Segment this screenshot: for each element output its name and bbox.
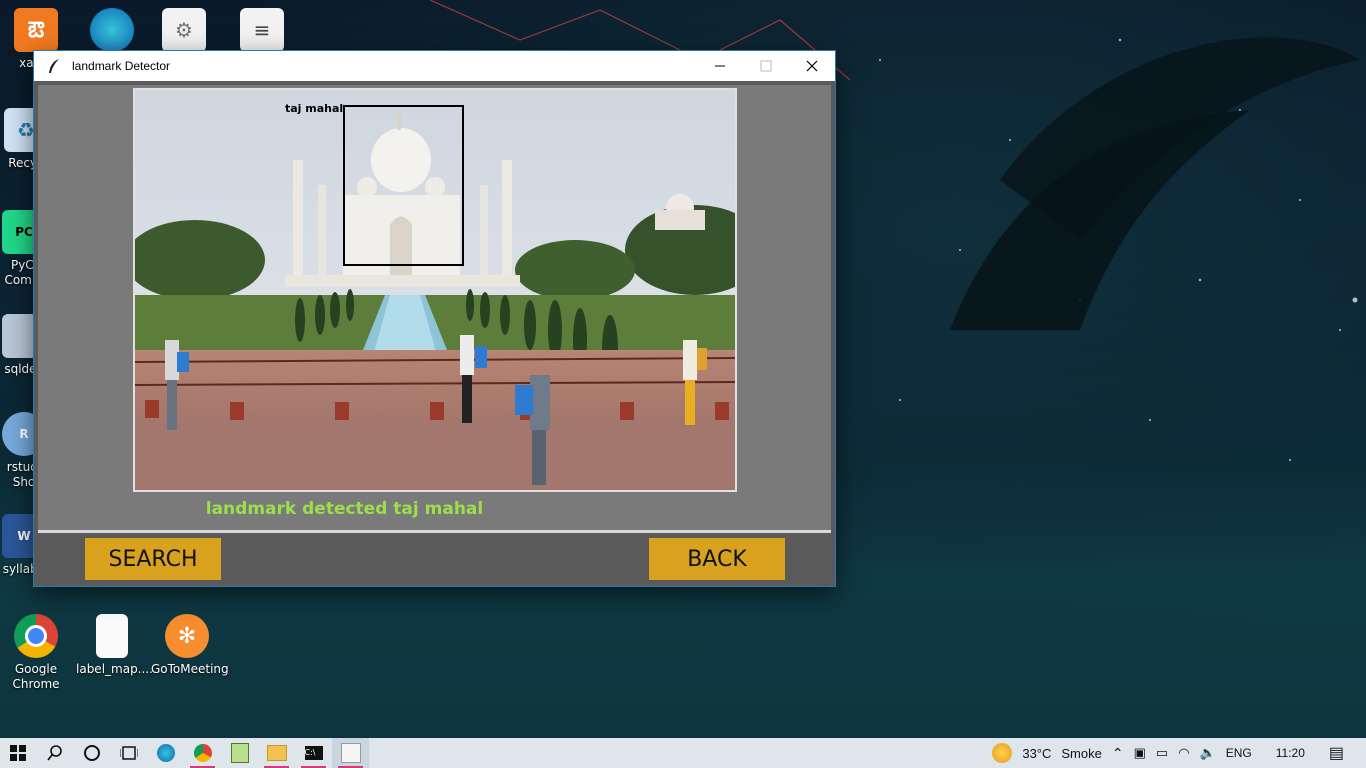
notepad-icon xyxy=(230,743,249,763)
folder-icon xyxy=(266,745,287,761)
notification-icon[interactable]: ▤ xyxy=(1329,743,1344,763)
app-window: landmark Detector taj mahal landmark det… xyxy=(34,51,835,586)
language-indicator[interactable]: ENG xyxy=(1226,746,1252,760)
python-icon xyxy=(340,743,361,763)
minimize-button[interactable] xyxy=(697,51,743,81)
desktop-icon-edge[interactable] xyxy=(76,8,148,56)
wifi-icon[interactable]: ◠ xyxy=(1178,745,1189,761)
back-button[interactable]: BACK xyxy=(649,538,785,580)
search-button[interactable]: SEARCH xyxy=(85,538,221,580)
edge-icon xyxy=(90,8,134,52)
detection-bounding-box xyxy=(343,105,464,266)
taskbar-python-app[interactable] xyxy=(332,738,369,768)
weather-text[interactable]: Smoke xyxy=(1061,746,1101,761)
feather-icon xyxy=(44,56,64,76)
file-icon xyxy=(96,614,128,658)
taskbar-edge[interactable] xyxy=(147,738,184,768)
detection-label: taj mahal xyxy=(285,102,344,115)
weather-temp[interactable]: 33°C xyxy=(1022,746,1051,761)
search-taskbar-button[interactable] xyxy=(36,738,73,768)
title-bar[interactable]: landmark Detector xyxy=(34,51,835,81)
taskbar-notepad[interactable] xyxy=(221,738,258,768)
notepad-icon: ≡ xyxy=(240,8,284,52)
xampp-icon: ఔ xyxy=(14,8,58,52)
gotomeeting-icon: ✻ xyxy=(165,614,209,658)
cortana-icon xyxy=(83,745,100,761)
taskbar-terminal[interactable]: C:\ xyxy=(295,738,332,768)
status-label: landmark detected taj mahal xyxy=(205,499,484,519)
desktop-icon-notepad[interactable]: ≡ xyxy=(226,8,298,56)
desktop-icon-gotomeeting[interactable]: ✻ GoToMeeting xyxy=(151,614,229,677)
edge-icon xyxy=(156,744,175,762)
chevron-up-icon[interactable]: ⌃ xyxy=(1112,745,1124,762)
close-button[interactable] xyxy=(789,51,835,81)
minimize-icon xyxy=(715,65,725,67)
window-title: landmark Detector xyxy=(72,59,171,73)
result-panel: taj mahal landmark detected taj mahal xyxy=(38,85,831,533)
search-icon xyxy=(46,745,62,761)
desktop-icon-label-map[interactable]: label_map.... xyxy=(76,614,153,677)
clock[interactable]: 11:20 xyxy=(1276,746,1305,760)
windows-icon xyxy=(10,745,26,761)
desktop-icon-settings-file[interactable]: ⚙ xyxy=(148,8,220,56)
task-view-button[interactable] xyxy=(110,738,147,768)
terminal-icon: C:\ xyxy=(304,746,323,760)
start-button[interactable] xyxy=(0,738,36,768)
task-view-icon xyxy=(119,746,138,760)
taskbar-chrome[interactable] xyxy=(184,738,221,768)
landmark-image: taj mahal xyxy=(133,88,737,492)
chrome-icon xyxy=(193,744,212,762)
maximize-button[interactable] xyxy=(743,51,789,81)
volume-icon[interactable]: 🔈 xyxy=(1200,745,1216,761)
system-tray: 33°C Smoke ⌃ ▣ ▭ ◠ 🔈 ENG 11:20 ▤ xyxy=(992,738,1366,768)
desktop-icon-chrome[interactable]: Google Chrome xyxy=(0,614,72,692)
taskbar-file-explorer[interactable] xyxy=(258,738,295,768)
chrome-icon xyxy=(14,614,58,658)
meet-icon[interactable]: ▣ xyxy=(1134,745,1146,761)
weather-icon[interactable] xyxy=(992,743,1013,763)
maximize-icon xyxy=(760,60,772,72)
file-gear-icon: ⚙ xyxy=(162,8,206,52)
taskbar: C:\ 33°C Smoke ⌃ ▣ ▭ ◠ 🔈 ENG 11:20 ▤ xyxy=(0,738,1366,768)
cortana-button[interactable] xyxy=(73,738,110,768)
close-icon xyxy=(806,60,818,72)
status-text: landmark detected taj mahal xyxy=(38,499,831,519)
battery-icon[interactable]: ▭ xyxy=(1156,745,1168,761)
